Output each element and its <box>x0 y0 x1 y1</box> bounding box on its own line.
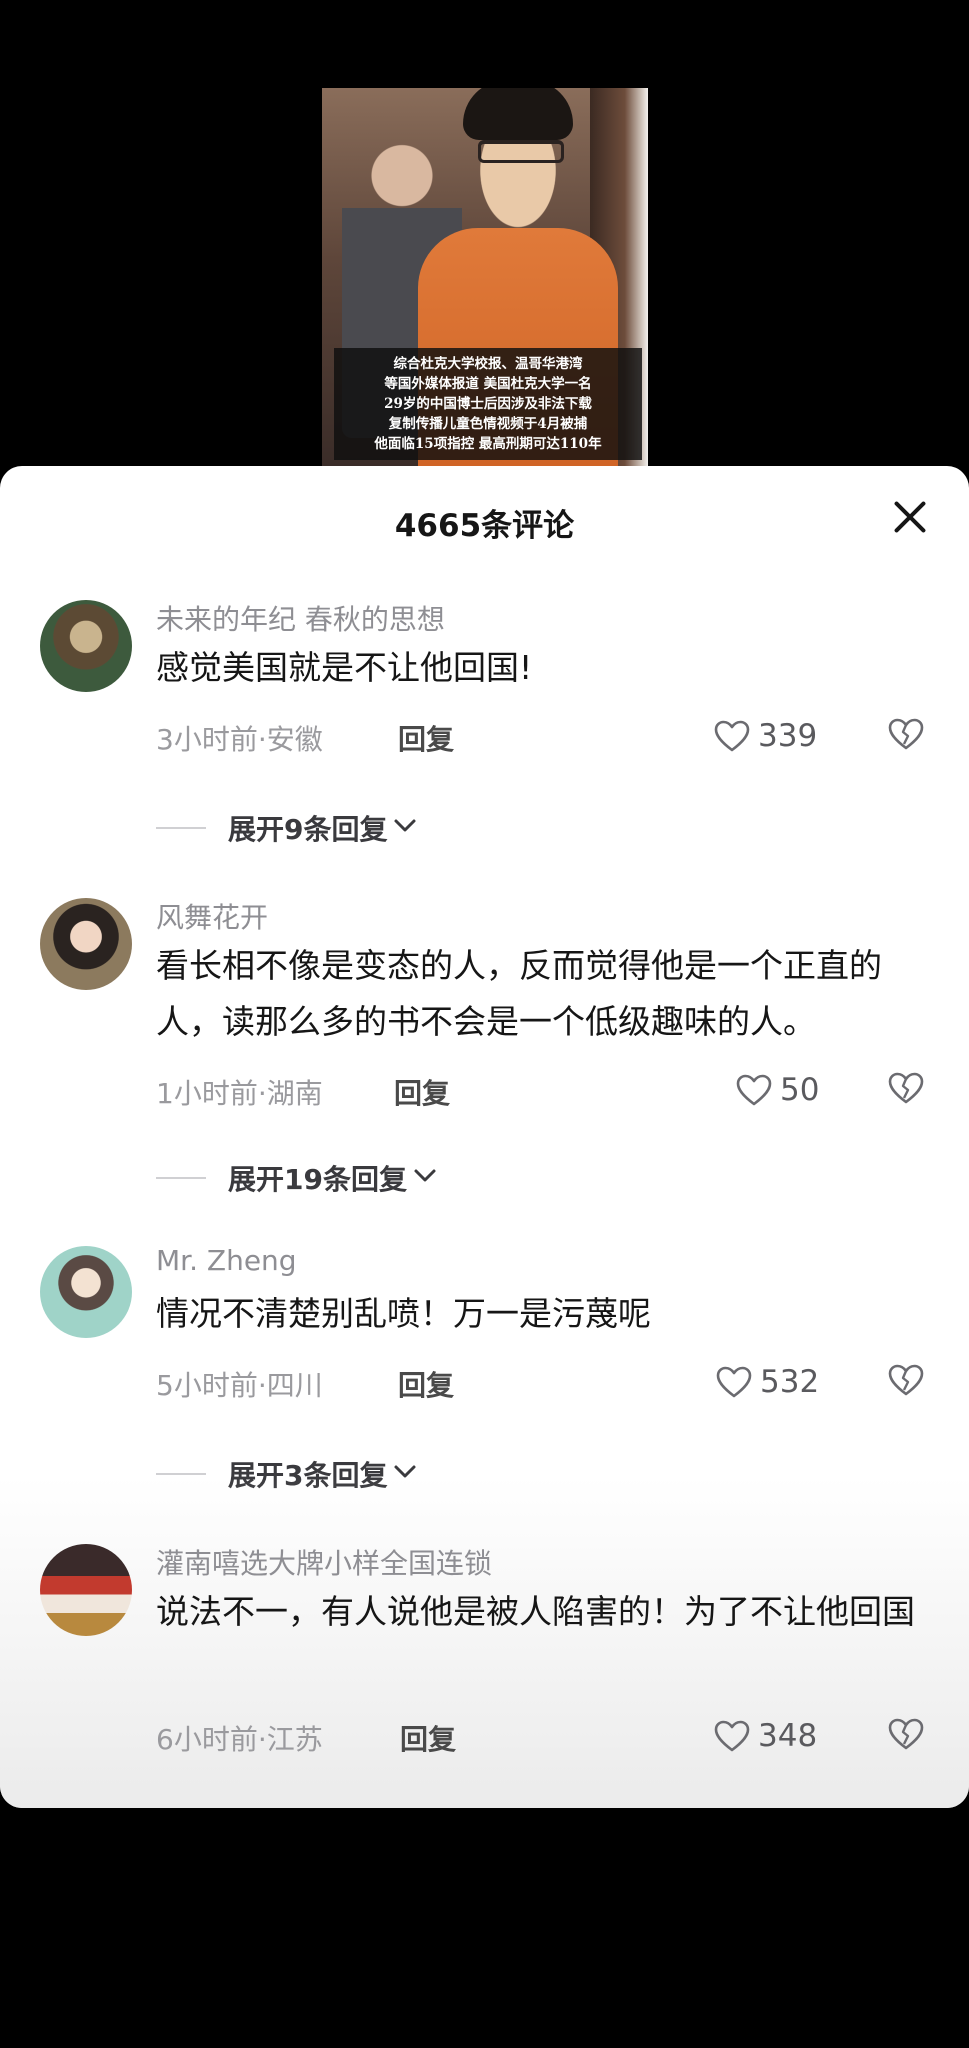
caption-line: 29岁的中国博士后因涉及非法下载 <box>384 396 592 412</box>
expand-replies-button[interactable]: 展开19条回复 <box>156 1158 437 1198</box>
close-icon[interactable] <box>891 498 929 536</box>
comment-text: 说法不一，有人说他是被人陷害的！为了不让他回国 <box>156 1592 915 1631</box>
avatar[interactable] <box>40 1544 132 1636</box>
like-button[interactable]: 532 <box>716 1362 819 1402</box>
comment-text: 感觉美国就是不让他回国! <box>156 648 533 687</box>
comments-count-title: 4665条评论 <box>394 508 575 544</box>
caption-line: 综合杜克大学校报、温哥华港湾 <box>393 356 583 372</box>
reply-button[interactable]: 回复 <box>398 718 454 758</box>
avatar[interactable] <box>40 898 132 990</box>
like-count: 532 <box>760 1364 820 1400</box>
divider <box>156 1473 206 1475</box>
comment-text: 看长相不像是变态的人，反而觉得他是一个正直的人，读那么多的书不会是一个低级趣味的… <box>156 946 882 1041</box>
reply-button[interactable]: 回复 <box>394 1072 450 1112</box>
chevron-down-icon <box>413 1168 437 1188</box>
expand-replies-button[interactable]: 展开9条回复 <box>156 808 417 848</box>
reply-button[interactable]: 回复 <box>398 1364 454 1404</box>
like-count: 50 <box>780 1072 820 1108</box>
expand-replies-button[interactable]: 展开3条回复 <box>156 1454 417 1494</box>
comment-meta: 5小时前·四川 <box>156 1369 323 1402</box>
broken-heart-icon[interactable] <box>888 1072 924 1108</box>
divider <box>156 827 206 829</box>
heart-outline-icon <box>736 1074 772 1106</box>
heart-outline-icon <box>716 1366 752 1398</box>
heart-outline-icon <box>714 720 750 752</box>
avatar[interactable] <box>40 1246 132 1338</box>
video-caption: 综合杜克大学校报、温哥华港湾 等国外媒体报道 美国杜克大学一名 29岁的中国博士… <box>334 348 642 460</box>
comments-sheet: 4665条评论 未来的年纪 春秋的思想 感觉美国就是不让他回国! 3小时前·安徽… <box>0 466 969 1808</box>
chevron-down-icon <box>393 1464 417 1484</box>
comment-username[interactable]: Mr. Zheng <box>156 1244 297 1277</box>
caption-line: 等国外媒体报道 美国杜克大学一名 <box>384 376 592 392</box>
expand-replies-label: 展开19条回复 <box>228 1163 407 1196</box>
comment-meta: 6小时前·江苏 <box>156 1723 323 1756</box>
like-button[interactable]: 50 <box>736 1070 819 1110</box>
comment-meta: 3小时前·安徽 <box>156 723 323 756</box>
broken-heart-icon[interactable] <box>888 1718 924 1754</box>
comment-username[interactable]: 风舞花开 <box>156 896 268 936</box>
broken-heart-icon[interactable] <box>888 718 924 754</box>
expand-replies-label: 展开3条回复 <box>228 1459 388 1492</box>
comment-username[interactable]: 未来的年纪 春秋的思想 <box>156 598 445 638</box>
comment-text: 情况不清楚别乱喷！万一是污蔑呢 <box>156 1294 651 1333</box>
video-thumbnail[interactable]: 综合杜克大学校报、温哥华港湾 等国外媒体报道 美国杜克大学一名 29岁的中国博士… <box>322 88 648 468</box>
expand-replies-label: 展开9条回复 <box>228 813 388 846</box>
reply-button[interactable]: 回复 <box>400 1718 456 1758</box>
like-button[interactable]: 339 <box>714 716 817 756</box>
avatar[interactable] <box>40 600 132 692</box>
comment-username[interactable]: 灌南嘻选大牌小样全国连锁 <box>156 1542 492 1582</box>
bottom-fade <box>0 1476 969 1808</box>
comment-meta: 1小时前·湖南 <box>156 1077 323 1110</box>
like-button[interactable]: 348 <box>714 1716 817 1756</box>
caption-line: 他面临15项指控 最高刑期可达110年 <box>374 436 602 452</box>
divider <box>156 1177 206 1179</box>
chevron-down-icon <box>393 818 417 838</box>
like-count: 348 <box>758 1718 818 1754</box>
caption-line: 复制传播儿童色情视频于4月被捕 <box>388 416 588 432</box>
heart-outline-icon <box>714 1720 750 1752</box>
like-count: 339 <box>758 718 818 754</box>
broken-heart-icon[interactable] <box>888 1364 924 1400</box>
